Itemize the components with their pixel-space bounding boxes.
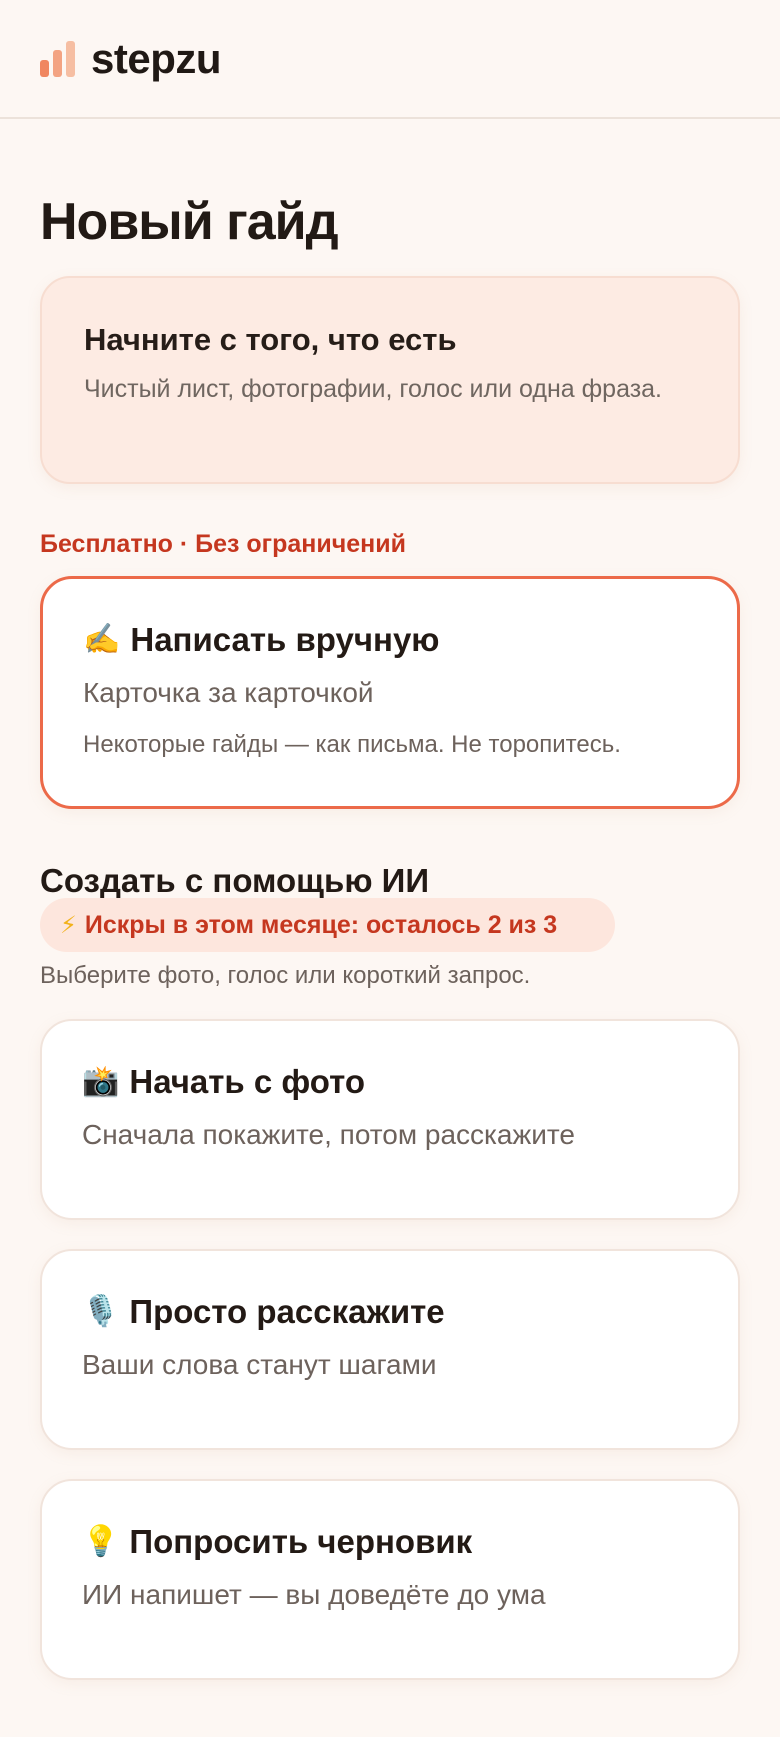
card-title: Просто расскажите (129, 1293, 445, 1330)
logo-bar (66, 40, 75, 77)
card-title-row: 📸 Начать с фото (82, 1063, 698, 1101)
logo-bar (40, 59, 49, 77)
card-subtitle: Сначала покажите, потом расскажите (82, 1119, 575, 1150)
card-title-row: 💡 Попросить черновик (82, 1523, 698, 1561)
card-subtitle: Ваши слова станут шагами (82, 1349, 437, 1380)
write-manually-card[interactable]: ✍️ Написать вручную Карточка за карточко… (40, 576, 740, 809)
page: stepzu Новый гайд Начните с того, что ес… (0, 0, 780, 1737)
just-tell-card[interactable]: 🎙️ Просто расскажите Ваши слова станут ш… (40, 1249, 740, 1450)
free-label: Бесплатно · Без ограничений (40, 530, 406, 558)
card-title: Написать вручную (130, 621, 440, 658)
ai-section-title: Создать с помощью ИИ (40, 862, 430, 899)
card-subtitle: ИИ напишет — вы доведёте до ума (82, 1579, 546, 1610)
page-title: Новый гайд (40, 193, 339, 251)
microphone-icon: 🎙️ (82, 1294, 120, 1329)
intro-card: Начните с того, что есть Чистый лист, фо… (40, 276, 740, 484)
logo-bar (53, 49, 62, 77)
start-with-photo-card[interactable]: 📸 Начать с фото Сначала покажите, потом … (40, 1019, 740, 1220)
ask-draft-card[interactable]: 💡 Попросить черновик ИИ напишет — вы дов… (40, 1479, 740, 1680)
card-title-row: ✍️ Написать вручную (83, 621, 697, 659)
logo-text[interactable]: stepzu (91, 35, 222, 83)
card-title: Попросить черновик (129, 1523, 473, 1560)
intro-title: Начните с того, что есть (84, 322, 457, 357)
ai-hint: Выберите фото, голос или короткий запрос… (40, 962, 531, 989)
lightning-icon: ⚡ (60, 911, 77, 939)
sparks-badge: ⚡ Искры в этом месяце: осталось 2 из 3 (40, 898, 615, 952)
card-subtitle: Карточка за карточкой (83, 677, 374, 708)
card-title-row: 🎙️ Просто расскажите (82, 1293, 698, 1331)
intro-description: Чистый лист, фотографии, голос или одна … (84, 375, 663, 403)
sparks-text: Искры в этом месяце: осталось 2 из 3 (84, 910, 558, 939)
bar-chart-logo-icon (40, 40, 75, 77)
card-note: Некоторые гайды — как письма. Не торопит… (83, 731, 621, 758)
app-header: stepzu (0, 0, 780, 119)
writing-hand-icon: ✍️ (83, 622, 121, 657)
camera-flash-icon: 📸 (82, 1064, 120, 1099)
card-title: Начать с фото (129, 1063, 366, 1100)
light-bulb-icon: 💡 (82, 1524, 120, 1559)
